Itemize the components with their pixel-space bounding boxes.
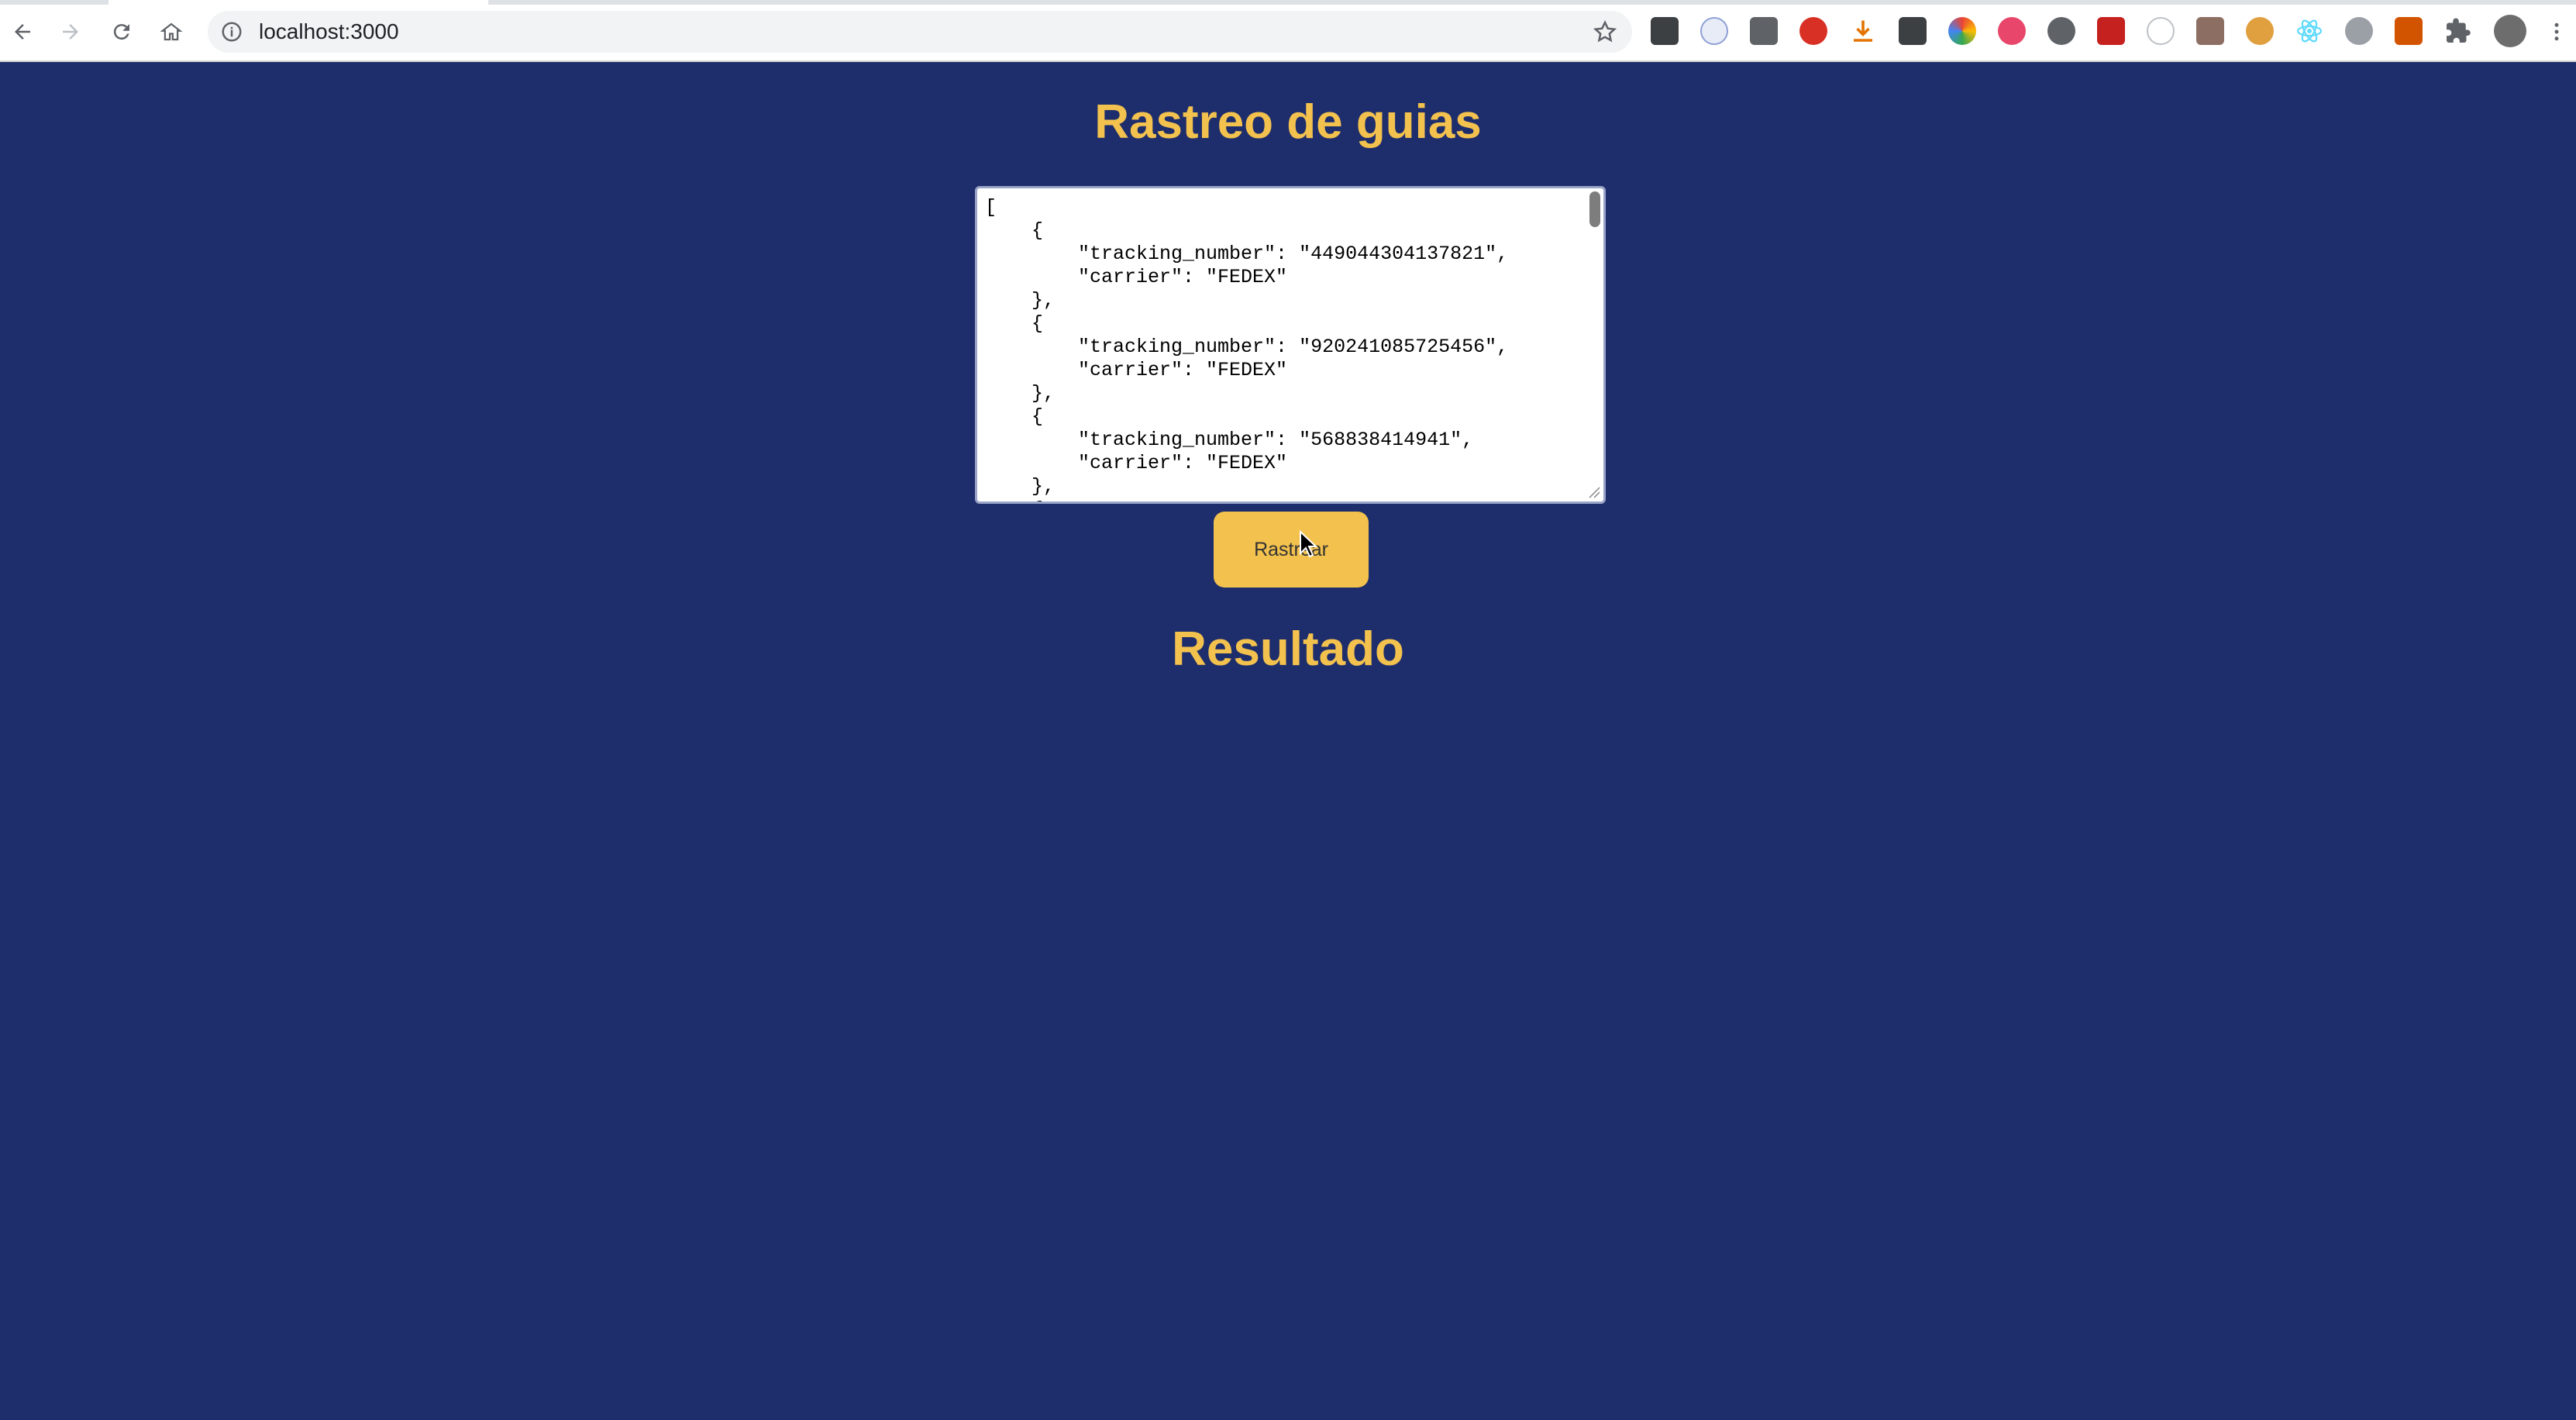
react-icon[interactable] [2295, 17, 2323, 45]
json-input-value[interactable]: [ { "tracking_number": "449044304137821"… [977, 188, 1603, 501]
url-text[interactable]: localhost:3000 [259, 19, 399, 44]
back-button[interactable] [6, 16, 39, 48]
download-arrow-icon[interactable] [1651, 17, 1679, 45]
puzzle-icon[interactable] [2444, 17, 2472, 45]
circle-icon[interactable] [2047, 17, 2075, 45]
track-button[interactable]: Rastrear [1214, 512, 1369, 588]
globe-icon[interactable] [2147, 17, 2175, 45]
color-wheel-icon[interactable] [1948, 17, 1976, 45]
textarea-scrollbar[interactable] [1589, 191, 1600, 227]
cloud-icon[interactable] [1700, 17, 1728, 45]
t-icon[interactable] [1998, 17, 2026, 45]
browser-toolbar: localhost:3000 [0, 0, 2576, 62]
resize-grip-icon[interactable] [1586, 484, 1600, 498]
cookie-icon[interactable] [2246, 17, 2274, 45]
film-icon[interactable] [2196, 17, 2224, 45]
download-icon[interactable] [1849, 17, 1877, 45]
json-input-textarea[interactable]: [ { "tracking_number": "449044304137821"… [975, 186, 1606, 504]
figure-icon[interactable] [2395, 17, 2423, 45]
active-tab[interactable] [108, 0, 488, 5]
m-icon[interactable] [1899, 17, 1927, 45]
bookmark-star-icon[interactable] [1592, 19, 1618, 45]
forward-button[interactable] [54, 16, 87, 48]
photo-icon[interactable] [2097, 17, 2125, 45]
profile-avatar-icon[interactable] [2494, 15, 2526, 47]
calendar-icon[interactable] [1750, 17, 1778, 45]
info-icon[interactable] [220, 20, 243, 43]
menu-button[interactable] [2540, 16, 2573, 48]
result-title: Resultado [1172, 622, 1404, 676]
home-icon [160, 22, 183, 41]
compass-icon[interactable] [2345, 17, 2373, 45]
reload-button[interactable] [105, 16, 138, 48]
address-bar[interactable]: localhost:3000 [208, 11, 1632, 53]
page-content: Rastreo de guias [ { "tracking_number": … [0, 62, 2576, 1420]
more-vertical-icon [2554, 22, 2559, 41]
adblock-icon[interactable] [1799, 17, 1827, 45]
back-arrow-icon [15, 24, 30, 40]
page-title: Rastreo de guias [1094, 95, 1482, 149]
home-button[interactable] [155, 16, 188, 48]
tab-strip [0, 0, 2576, 5]
mouse-cursor-icon [1300, 530, 1317, 558]
reload-icon [113, 24, 129, 40]
forward-arrow-icon [63, 24, 78, 40]
